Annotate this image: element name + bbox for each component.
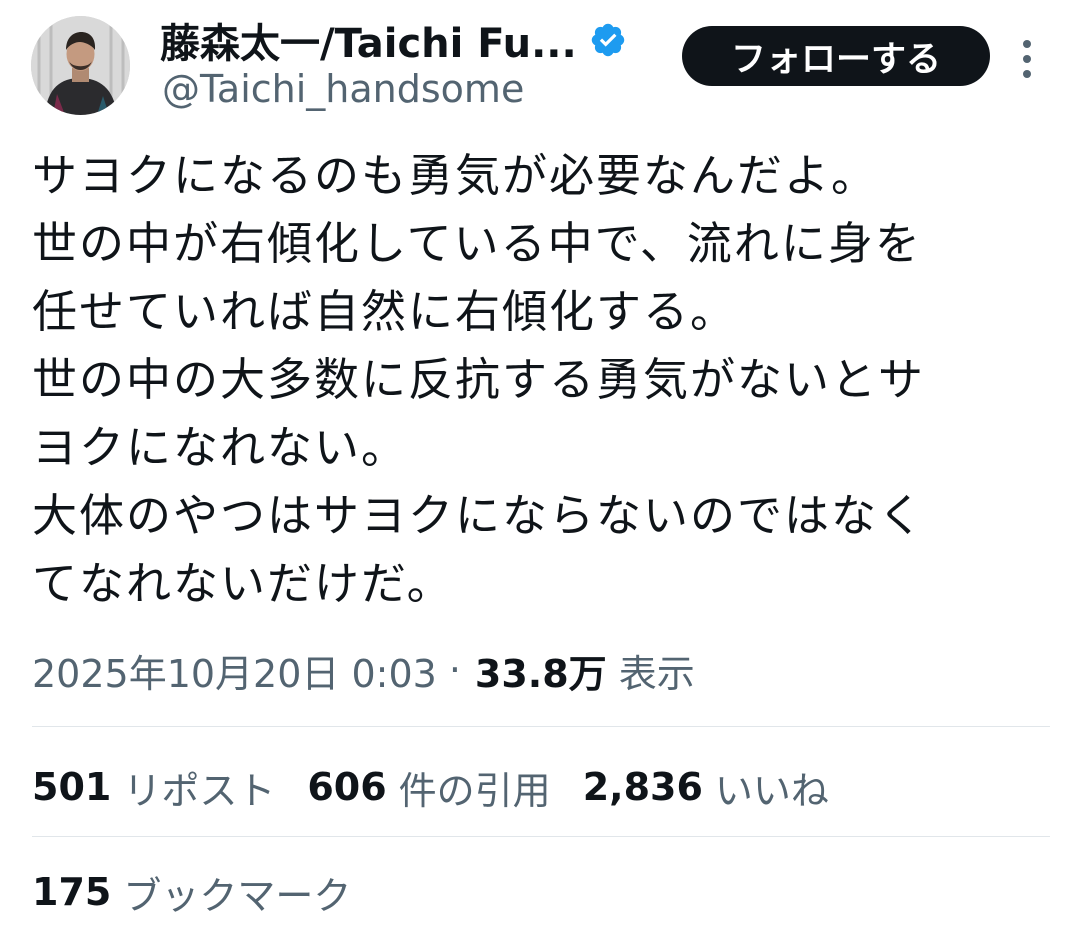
likes-stat[interactable]: 2,836 いいね bbox=[583, 760, 829, 815]
verified-badge-icon[interactable] bbox=[589, 21, 627, 59]
bookmarks-stat[interactable]: 175 ブックマーク bbox=[32, 862, 351, 922]
quotes-stat[interactable]: 606 件の引用 bbox=[307, 760, 550, 815]
reposts-label: リポスト bbox=[123, 768, 276, 813]
tweet-text-line: ヨクになれない。 bbox=[32, 421, 409, 474]
meta-separator: · bbox=[448, 648, 461, 692]
tweet-text: サヨクになるのも勇気が必要なんだよ。 世の中が右傾化している中で、流れに身を 任… bbox=[32, 142, 1062, 618]
tweet-text-line: 任せていれば自然に右傾化する。 bbox=[32, 285, 738, 338]
tweet-text-line: 大体のやつはサヨクにならないのではなく bbox=[32, 489, 926, 542]
author-handle[interactable]: @Taichi_handsome bbox=[162, 67, 524, 111]
reposts-count: 501 bbox=[32, 765, 112, 809]
quotes-count: 606 bbox=[307, 765, 387, 809]
views-label: 表示 bbox=[618, 651, 695, 696]
bookmarks-stat-inner: 175 ブックマーク bbox=[32, 865, 351, 920]
tweet-meta: 2025年10月20日 0:03 · 33.8万 表示 bbox=[32, 640, 695, 700]
author-name-row: 藤森太一/Taichi Fu... bbox=[160, 11, 627, 69]
likes-count: 2,836 bbox=[582, 765, 703, 809]
follow-button[interactable]: フォローする bbox=[682, 26, 990, 86]
views-count: 33.8万 bbox=[474, 651, 607, 696]
likes-label: いいね bbox=[714, 768, 829, 813]
quotes-label: 件の引用 bbox=[398, 768, 551, 813]
author-display-name[interactable]: 藤森太一/Taichi Fu... bbox=[160, 11, 577, 69]
tweet-text-line: 世の中が右傾化している中で、流れに身を bbox=[32, 217, 922, 270]
tweet-header: 藤森太一/Taichi Fu... @Taichi_handsome フォローす… bbox=[0, 0, 1080, 130]
reposts-stat[interactable]: 501 リポスト bbox=[32, 760, 275, 815]
divider bbox=[32, 836, 1050, 837]
more-vertical-icon[interactable] bbox=[1012, 36, 1042, 82]
avatar[interactable] bbox=[31, 16, 130, 115]
tweet-text-line: サヨクになるのも勇気が必要なんだよ。 bbox=[32, 149, 879, 202]
bookmarks-label: ブックマーク bbox=[123, 873, 352, 918]
tweet-text-line: 世の中の大多数に反抗する勇気がないとサ bbox=[32, 353, 926, 406]
timestamp-link[interactable]: 2025年10月20日 0:03 bbox=[32, 643, 437, 698]
bookmarks-count: 175 bbox=[32, 870, 112, 914]
tweet-text-line: てなれないだけだ。 bbox=[32, 557, 454, 610]
engagement-stats: 501 リポスト 606 件の引用 2,836 いいね bbox=[32, 757, 861, 817]
divider bbox=[32, 726, 1050, 727]
